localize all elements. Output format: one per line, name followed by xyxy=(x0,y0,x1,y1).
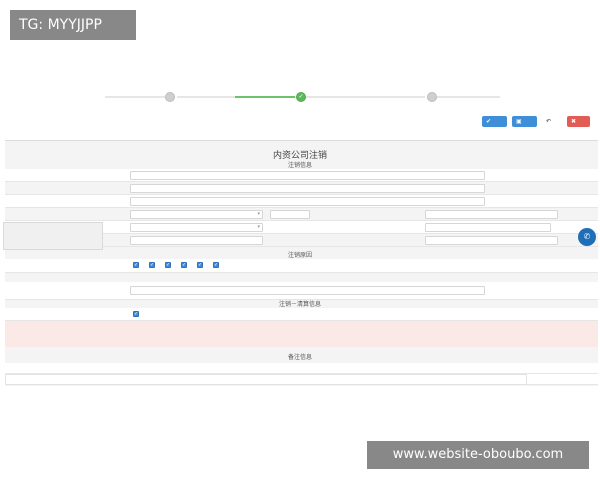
id-number-input[interactable] xyxy=(425,210,558,219)
save-draft-button[interactable]: ▣ xyxy=(512,115,537,127)
id-type-select[interactable] xyxy=(130,210,263,219)
reason-options: ✓ ✓ ✓ ✓ ✓ ✓ xyxy=(133,262,221,268)
disk-icon: ▣ xyxy=(516,117,522,125)
section-title-cancel-reason: 注销原因 xyxy=(287,252,312,259)
checkbox-icon: ✓ xyxy=(149,262,155,268)
row-remark xyxy=(5,363,598,374)
section-title-remarks: 备注信息 xyxy=(287,354,312,361)
step-line-1 xyxy=(105,96,165,98)
toolbar: ✔ ▣ ↶ ✖ xyxy=(482,115,590,127)
step-line-4 xyxy=(437,96,500,98)
step-progress: ✓ xyxy=(105,92,500,102)
section-title-liquidation: 注销－清算信息 xyxy=(278,301,321,308)
watermark-bottom: www.website-oboubo.com xyxy=(367,441,589,469)
company-type-select[interactable] xyxy=(130,223,263,232)
checkbox-icon: ✓ xyxy=(181,262,187,268)
step-dot-1 xyxy=(165,92,175,102)
row-remark-input xyxy=(5,374,598,385)
reason-option-4[interactable]: ✓ xyxy=(181,262,189,268)
legal-rep-input[interactable] xyxy=(130,197,485,206)
reason-other-input[interactable] xyxy=(130,286,485,295)
step-line-active xyxy=(235,96,295,98)
save-button[interactable]: ✔ xyxy=(482,115,507,127)
checkbox-icon: ✓ xyxy=(133,311,139,317)
address-input[interactable] xyxy=(130,184,485,193)
reason-option-5[interactable]: ✓ xyxy=(197,262,205,268)
cancel-method-options[interactable]: ✓ xyxy=(133,311,142,317)
checkbox-icon: ✓ xyxy=(165,262,171,268)
watermark-top: TG: MYYJJPP xyxy=(10,10,136,40)
remark-input[interactable] xyxy=(5,374,527,385)
row-legal-rep xyxy=(5,195,598,208)
help-tip xyxy=(3,222,103,250)
row-company-name xyxy=(5,169,598,182)
business-term-input[interactable] xyxy=(130,236,263,245)
back-icon: ↶ xyxy=(546,117,552,125)
trash-icon: ✖ xyxy=(571,117,577,125)
id-extra-input[interactable] xyxy=(270,210,310,219)
checkbox-icon: ✓ xyxy=(197,262,203,268)
customer-service-icon[interactable]: ✆ xyxy=(578,228,596,246)
step-dot-2: ✓ xyxy=(296,92,306,102)
reason-option-1[interactable]: ✓ xyxy=(133,262,141,268)
back-button[interactable]: ↶ xyxy=(542,116,562,127)
section-title-cancel-info: 注销信息 xyxy=(287,162,312,169)
row-id xyxy=(5,208,598,221)
company-name-input[interactable] xyxy=(130,171,485,180)
row-address xyxy=(5,182,598,195)
employee-count-input[interactable] xyxy=(425,236,558,245)
step-line-3 xyxy=(305,96,425,98)
registered-capital-input[interactable] xyxy=(425,223,551,232)
checkbox-icon: ✓ xyxy=(213,262,219,268)
warning-box xyxy=(5,321,598,347)
reason-option-3[interactable]: ✓ xyxy=(165,262,173,268)
reason-option-6[interactable]: ✓ xyxy=(213,262,221,268)
check-icon: ✔ xyxy=(486,117,492,125)
row-reason: ✓ ✓ ✓ ✓ ✓ ✓ xyxy=(5,259,598,273)
delete-button[interactable]: ✖ xyxy=(567,115,590,127)
reason-option-2[interactable]: ✓ xyxy=(149,262,157,268)
checkbox-icon: ✓ xyxy=(133,262,139,268)
row-reason-other xyxy=(5,282,598,300)
step-dot-3 xyxy=(427,92,437,102)
